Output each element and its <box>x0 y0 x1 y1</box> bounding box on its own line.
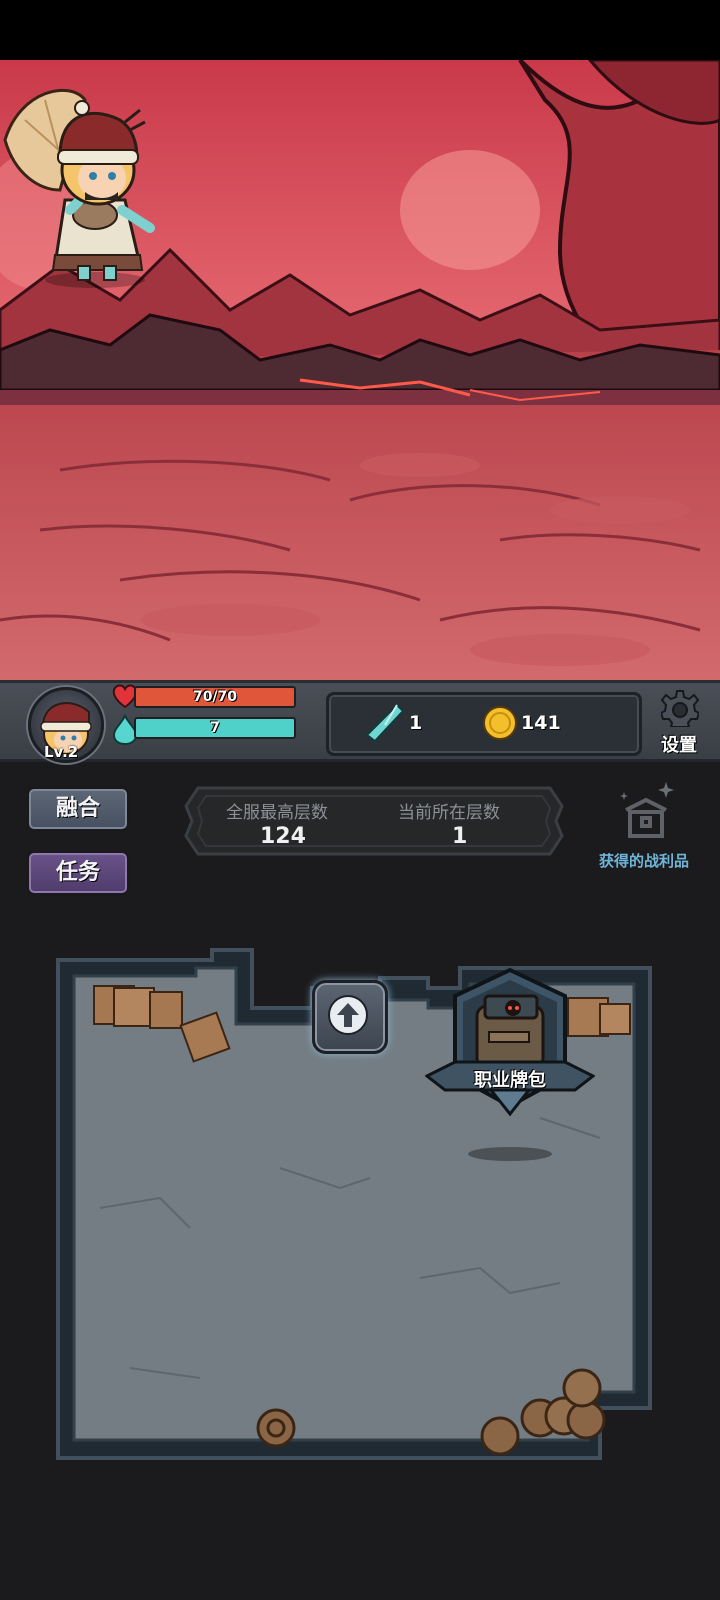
current-floor-label: 当前所在层数 <box>398 803 500 823</box>
floor-info-panel: 全服最高层数 124 当前所在层数 1 <box>184 786 564 856</box>
crystal-icon <box>365 703 405 743</box>
server-best-floor-label: 全服最高层数 <box>226 803 328 823</box>
status-bar <box>0 0 720 60</box>
mp-bar: 7 <box>134 717 296 739</box>
hp-text: 70/70 <box>192 689 238 705</box>
crystal-count: 1 <box>409 712 423 734</box>
ascend-stairs-button[interactable] <box>312 980 388 1054</box>
loot-button[interactable]: 获得的战利品 <box>594 778 694 870</box>
battle-scene <box>0 60 720 680</box>
hero-character <box>3 88 155 288</box>
player-hud: Lv.2 70/70 7 1 141 设置 <box>0 680 720 763</box>
gear-icon <box>661 690 699 727</box>
arrow-up-icon <box>328 995 368 1035</box>
gold-coin-icon <box>483 706 517 740</box>
player-level: Lv.2 <box>44 743 79 761</box>
task-button[interactable]: 任务 <box>26 850 130 896</box>
class-card-pack[interactable]: 职业牌包 <box>424 966 596 1166</box>
settings-button[interactable]: 设置 <box>648 687 710 757</box>
mp-text: 7 <box>210 720 220 736</box>
current-floor-value: 1 <box>452 824 468 849</box>
hp-bar: 70/70 <box>134 686 296 708</box>
treasure-chest-icon <box>620 782 674 838</box>
server-best-floor-value: 124 <box>260 824 306 849</box>
coin-count: 141 <box>521 712 561 734</box>
card-pack-label: 职业牌包 <box>474 1070 546 1091</box>
loot-label: 获得的战利品 <box>598 852 689 870</box>
settings-label: 设置 <box>661 735 697 756</box>
fuse-button[interactable]: 融合 <box>26 786 130 832</box>
resource-panel: 1 141 <box>326 692 642 756</box>
